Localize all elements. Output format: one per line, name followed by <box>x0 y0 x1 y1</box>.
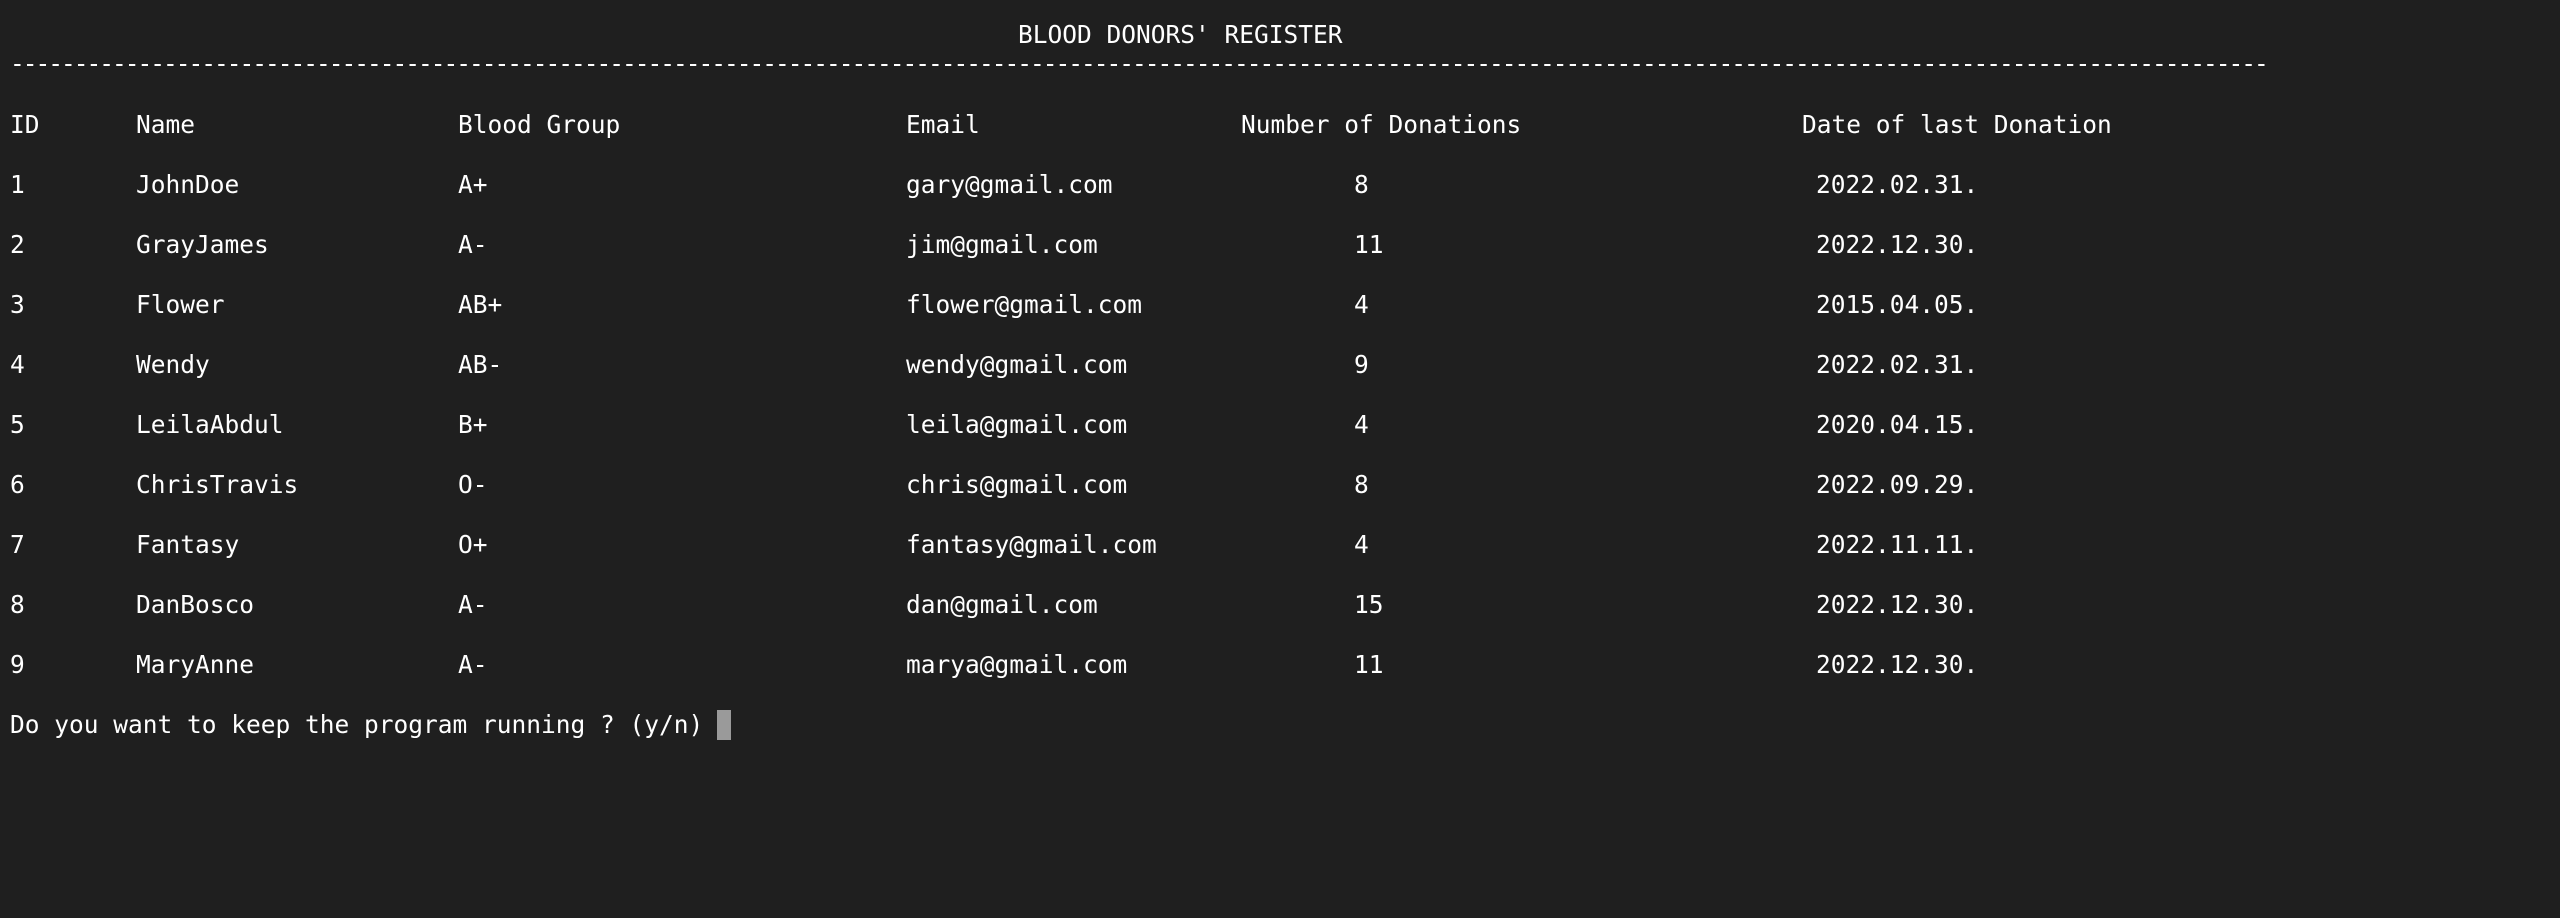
cell-donations: 9 <box>1354 350 1369 379</box>
cell-name: ChrisTravis <box>136 470 299 499</box>
cell-name: LeilaAbdul <box>136 410 284 439</box>
cell-donations: 11 <box>1354 650 1384 679</box>
register-title: BLOOD DONORS' REGISTER <box>1018 20 1343 49</box>
cell-name: Wendy <box>136 350 210 379</box>
cell-last-date: 2022.02.31. <box>1816 170 1979 199</box>
cell-id: 4 <box>10 350 25 379</box>
cell-last-date: 2020.04.15. <box>1816 410 1979 439</box>
header-name: Name <box>136 110 196 139</box>
cell-email: marya@gmail.com <box>906 650 1128 679</box>
cell-email: fantasy@gmail.com <box>906 530 1157 559</box>
cell-blood-group: A- <box>458 590 488 619</box>
cell-blood-group: AB- <box>458 350 503 379</box>
cell-last-date: 2022.12.30. <box>1816 650 1979 679</box>
cell-donations: 8 <box>1354 170 1369 199</box>
header-last-date: Date of last Donation <box>1802 110 2112 139</box>
cell-donations: 4 <box>1354 410 1369 439</box>
cell-blood-group: A- <box>458 230 488 259</box>
cell-name: MaryAnne <box>136 650 255 679</box>
cell-id: 8 <box>10 590 25 619</box>
cell-id: 2 <box>10 230 25 259</box>
header-email: Email <box>906 110 980 139</box>
separator-rule: ----------------------------------------… <box>10 49 2265 78</box>
cell-blood-group: B+ <box>458 410 488 439</box>
header-blood-group: Blood Group <box>458 110 621 139</box>
cell-blood-group: O- <box>458 470 488 499</box>
cell-name: Fantasy <box>136 530 240 559</box>
cell-email: flower@gmail.com <box>906 290 1143 319</box>
cell-id: 5 <box>10 410 25 439</box>
cell-last-date: 2015.04.05. <box>1816 290 1979 319</box>
cell-donations: 4 <box>1354 290 1369 319</box>
cell-email: leila@gmail.com <box>906 410 1128 439</box>
cell-blood-group: O+ <box>458 530 488 559</box>
cell-donations: 4 <box>1354 530 1369 559</box>
text-cursor[interactable] <box>717 710 732 740</box>
cell-email: jim@gmail.com <box>906 230 1098 259</box>
cell-name: Flower <box>136 290 225 319</box>
input-prompt[interactable]: Do you want to keep the program running … <box>10 710 732 740</box>
cell-last-date: 2022.02.31. <box>1816 350 1979 379</box>
cell-email: gary@gmail.com <box>906 170 1113 199</box>
cell-name: DanBosco <box>136 590 255 619</box>
cell-id: 7 <box>10 530 25 559</box>
cell-id: 6 <box>10 470 25 499</box>
cell-last-date: 2022.12.30. <box>1816 590 1979 619</box>
cell-blood-group: AB+ <box>458 290 503 319</box>
cell-id: 9 <box>10 650 25 679</box>
cell-email: wendy@gmail.com <box>906 350 1128 379</box>
terminal-window[interactable]: BLOOD DONORS' REGISTER -----------------… <box>0 0 2560 918</box>
cell-donations: 8 <box>1354 470 1369 499</box>
cell-id: 3 <box>10 290 25 319</box>
cell-email: dan@gmail.com <box>906 590 1098 619</box>
cell-blood-group: A- <box>458 650 488 679</box>
cell-donations: 15 <box>1354 590 1384 619</box>
cell-donations: 11 <box>1354 230 1384 259</box>
cell-blood-group: A+ <box>458 170 488 199</box>
cell-last-date: 2022.12.30. <box>1816 230 1979 259</box>
cell-email: chris@gmail.com <box>906 470 1128 499</box>
cell-id: 1 <box>10 170 25 199</box>
cell-name: JohnDoe <box>136 170 240 199</box>
prompt-text: Do you want to keep the program running … <box>10 710 704 739</box>
header-id: ID <box>10 110 40 139</box>
cell-name: GrayJames <box>136 230 269 259</box>
cell-last-date: 2022.11.11. <box>1816 530 1979 559</box>
header-donations: Number of Donations <box>1241 110 1522 139</box>
cell-last-date: 2022.09.29. <box>1816 470 1979 499</box>
